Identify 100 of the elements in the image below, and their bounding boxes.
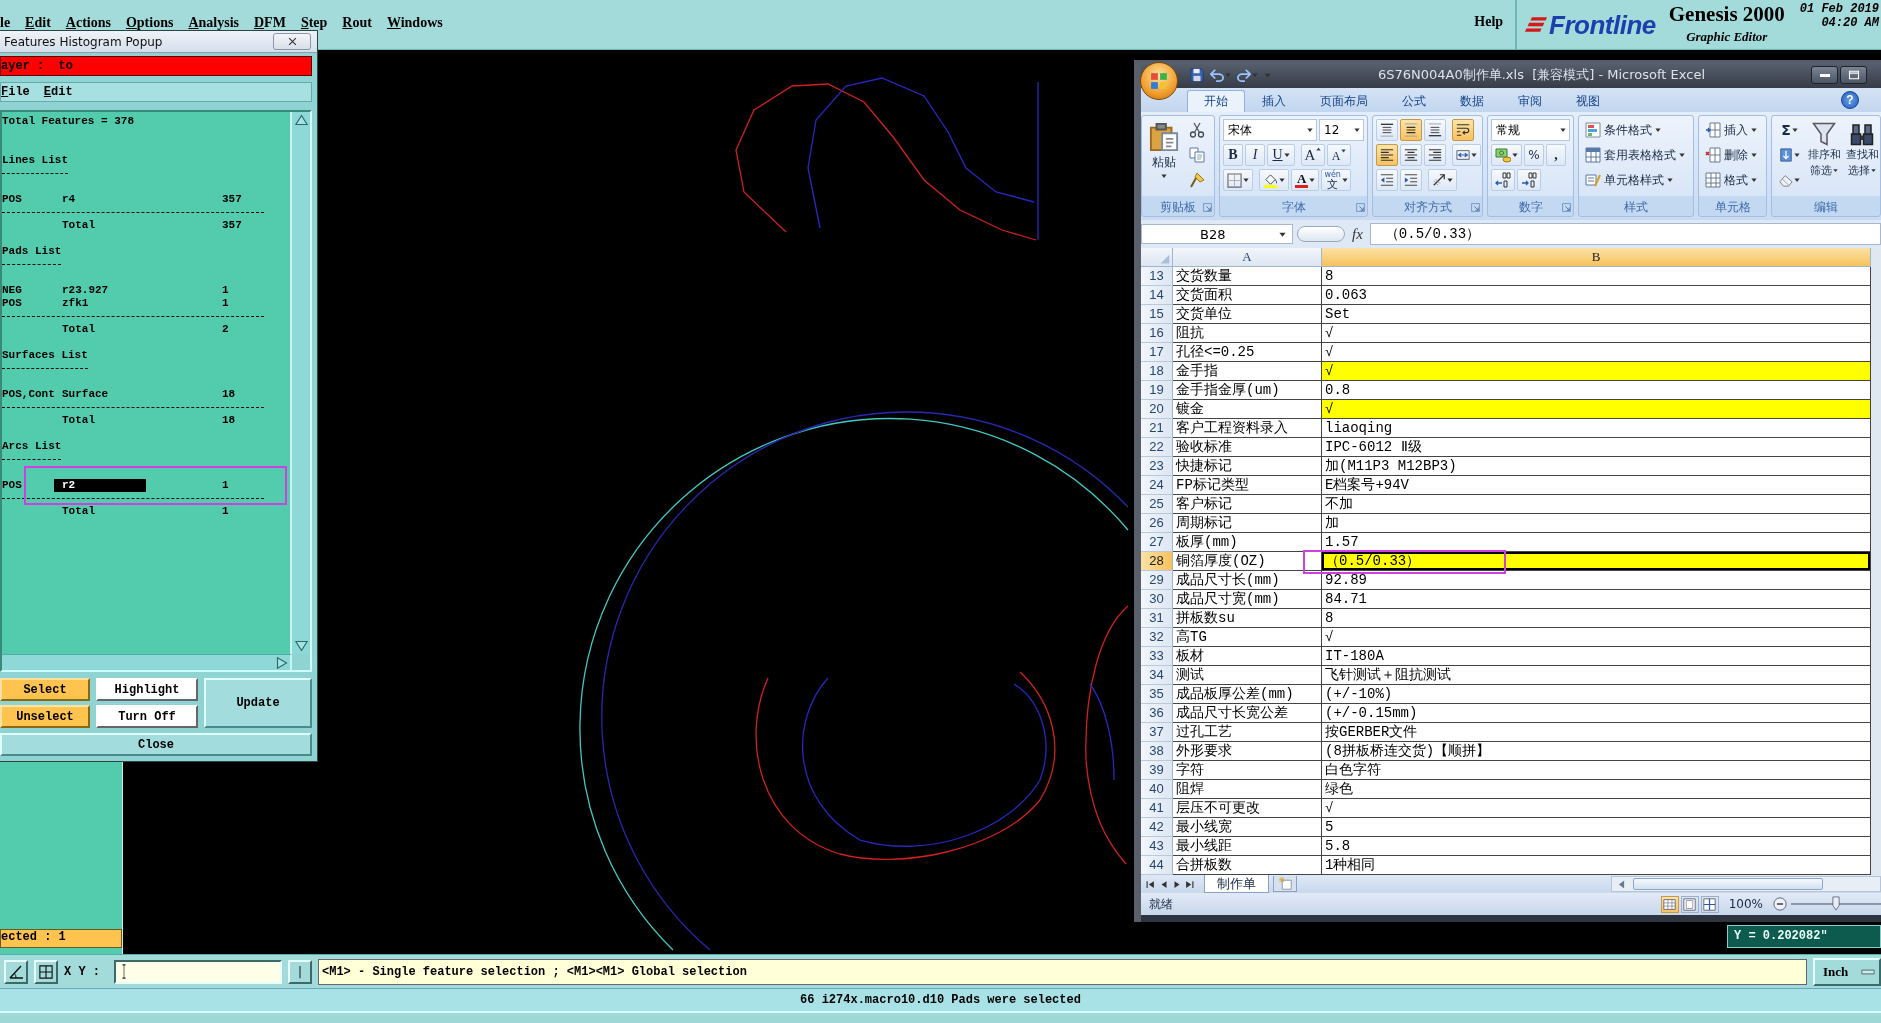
- row-header[interactable]: 38: [1141, 742, 1173, 761]
- insert-sheet-button[interactable]: [1273, 876, 1297, 892]
- font-name-dropdown[interactable]: 宋体: [1223, 119, 1317, 141]
- menu-item[interactable]: DFM: [254, 14, 286, 31]
- comma-button[interactable]: ,: [1546, 144, 1566, 166]
- align-middle-button[interactable]: [1400, 119, 1422, 141]
- row-header[interactable]: 13: [1141, 267, 1173, 286]
- row-header[interactable]: 21: [1141, 419, 1173, 438]
- close-button[interactable]: [273, 33, 311, 50]
- decrease-indent-button[interactable]: [1376, 169, 1398, 191]
- conditional-formatting-button[interactable]: 条件格式: [1582, 119, 1690, 141]
- units-menu[interactable]: Inch: [1813, 957, 1881, 986]
- close-button[interactable]: Close: [0, 733, 312, 756]
- row-header[interactable]: 29: [1141, 571, 1173, 590]
- grid-button[interactable]: [34, 959, 58, 984]
- find-select-button[interactable]: 查找和 选择: [1844, 119, 1880, 199]
- ribbon-tab[interactable]: 审阅: [1501, 90, 1559, 112]
- increase-indent-button[interactable]: [1400, 169, 1422, 191]
- increase-decimal-button[interactable]: [1491, 169, 1515, 191]
- horizontal-scrollbar[interactable]: [1611, 876, 1881, 892]
- zoom-level[interactable]: 100%: [1728, 897, 1763, 911]
- align-right-button[interactable]: [1424, 144, 1446, 166]
- grow-font-button[interactable]: A: [1301, 144, 1325, 166]
- dialog-launcher-icon[interactable]: [1562, 203, 1571, 212]
- page-break-view-button[interactable]: [1700, 895, 1719, 913]
- ribbon-tab[interactable]: 视图: [1559, 90, 1617, 112]
- menu-item[interactable]: Edit: [43, 85, 73, 99]
- bar-button[interactable]: [288, 959, 312, 984]
- row-header[interactable]: 39: [1141, 761, 1173, 780]
- row-header[interactable]: 41: [1141, 799, 1173, 818]
- symbol-text[interactable]: r4: [54, 193, 146, 206]
- align-left-button[interactable]: [1376, 144, 1398, 166]
- cell-styles-button[interactable]: 单元格样式: [1582, 169, 1690, 191]
- maximize-button[interactable]: [1840, 66, 1867, 84]
- align-bottom-button[interactable]: [1424, 119, 1446, 141]
- phonetic-button[interactable]: wén 文: [1321, 169, 1351, 191]
- menu-item[interactable]: Options: [125, 14, 174, 31]
- menu-item[interactable]: Rout: [342, 14, 372, 31]
- row-header[interactable]: 22: [1141, 438, 1173, 457]
- row-header[interactable]: 32: [1141, 628, 1173, 647]
- formula-field[interactable]: （0.5/0.33）: [1369, 223, 1881, 245]
- paste-button[interactable]: 粘贴: [1145, 119, 1183, 199]
- sheet-tab[interactable]: 制作单: [1204, 875, 1269, 893]
- row-header[interactable]: 37: [1141, 723, 1173, 742]
- menu-item[interactable]: Windows: [386, 14, 443, 31]
- measure-button[interactable]: [4, 959, 28, 984]
- menu-item[interactable]: Analysis: [188, 14, 239, 31]
- table-format-button[interactable]: 套用表格格式: [1582, 144, 1690, 166]
- merge-cells-button[interactable]: [1452, 144, 1481, 166]
- row-header[interactable]: 42: [1141, 818, 1173, 837]
- menu-item[interactable]: Edit: [25, 14, 51, 31]
- row-header[interactable]: 18: [1141, 362, 1173, 381]
- menu-item[interactable]: le: [0, 14, 11, 31]
- zoom-out-button[interactable]: [1773, 897, 1787, 911]
- shrink-font-button[interactable]: A: [1327, 144, 1351, 166]
- symbol-text[interactable]: r2: [54, 479, 146, 492]
- ribbon-tab[interactable]: 数据: [1443, 90, 1501, 112]
- autosum-button[interactable]: Σ: [1775, 119, 1804, 141]
- row-header[interactable]: 44: [1141, 856, 1173, 875]
- name-box[interactable]: B28: [1141, 224, 1293, 244]
- text-angle-button[interactable]: [1428, 169, 1457, 191]
- help-menu[interactable]: Help: [1474, 14, 1504, 31]
- accounting-format-button[interactable]: [1491, 144, 1522, 166]
- minimize-button[interactable]: [1811, 66, 1838, 84]
- dialog-launcher-icon[interactable]: [1203, 203, 1212, 212]
- row-header[interactable]: 14: [1141, 286, 1173, 305]
- decrease-decimal-button[interactable]: [1517, 169, 1541, 191]
- symbol-text[interactable]: Surface: [54, 388, 146, 401]
- ribbon-tab[interactable]: 开始: [1187, 90, 1245, 112]
- insert-function-button[interactable]: fx: [1349, 225, 1366, 243]
- ribbon-tab[interactable]: 页面布局: [1303, 90, 1385, 112]
- row-header[interactable]: 15: [1141, 305, 1173, 324]
- italic-button[interactable]: I: [1245, 144, 1265, 166]
- row-header[interactable]: 24: [1141, 476, 1173, 495]
- scrollbar-thumb[interactable]: [1633, 878, 1823, 890]
- dialog-launcher-icon[interactable]: [1356, 203, 1365, 212]
- zoom-slider[interactable]: [1791, 896, 1881, 912]
- vertical-scrollbar[interactable]: [292, 112, 310, 654]
- turn-off-button[interactable]: Turn Off: [96, 705, 198, 728]
- row-header[interactable]: 19: [1141, 381, 1173, 400]
- percent-button[interactable]: %: [1524, 144, 1544, 166]
- row-header[interactable]: 34: [1141, 666, 1173, 685]
- bold-button[interactable]: B: [1223, 144, 1243, 166]
- row-header[interactable]: 30: [1141, 590, 1173, 609]
- dialog-launcher-icon[interactable]: [1471, 203, 1480, 212]
- row-header[interactable]: 26: [1141, 514, 1173, 533]
- row-header[interactable]: 31: [1141, 609, 1173, 628]
- row-header[interactable]: 27: [1141, 533, 1173, 552]
- highlight-button[interactable]: Highlight: [96, 678, 198, 701]
- menu-item[interactable]: Actions: [65, 14, 111, 31]
- font-color-button[interactable]: A: [1291, 169, 1320, 191]
- wrap-text-button[interactable]: [1452, 119, 1474, 141]
- row-header[interactable]: 16: [1141, 324, 1173, 343]
- row-header[interactable]: 40: [1141, 780, 1173, 799]
- sort-filter-button[interactable]: 排序和 筛选: [1806, 119, 1842, 199]
- select-button[interactable]: Select: [0, 678, 90, 701]
- symbol-text[interactable]: r23.927: [54, 284, 146, 297]
- normal-view-button[interactable]: [1660, 895, 1679, 913]
- ribbon-tab[interactable]: 公式: [1385, 90, 1443, 112]
- row-header[interactable]: 20: [1141, 400, 1173, 419]
